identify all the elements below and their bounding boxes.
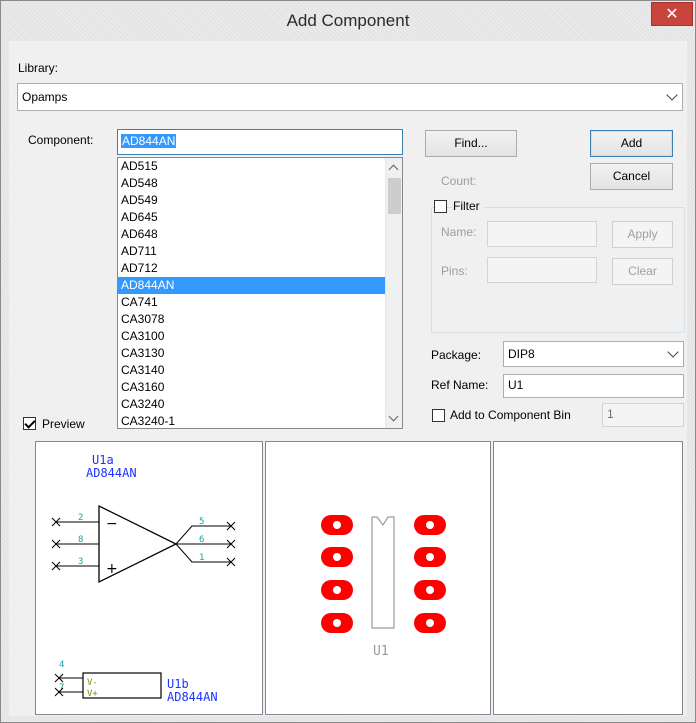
scroll-up-icon[interactable]: [388, 164, 399, 175]
component-list-item[interactable]: AD645: [118, 209, 386, 226]
add-component-dialog: Add Component ✕ Library: Opamps Componen…: [0, 0, 696, 723]
pad: [414, 515, 446, 535]
component-list-item[interactable]: AD549: [118, 192, 386, 209]
pin-number-8: 8: [78, 535, 83, 545]
pad: [414, 580, 446, 600]
pad-hole: [333, 553, 341, 561]
filter-pins-label: Pins:: [441, 264, 468, 278]
add-to-bin-checkbox[interactable]: [432, 409, 445, 422]
component-list-item[interactable]: AD548: [118, 175, 386, 192]
footprint-drawing: U1: [321, 515, 446, 659]
filter-pins-input: [487, 257, 597, 283]
scroll-down-icon[interactable]: [388, 411, 399, 422]
component-list-item[interactable]: AD515: [118, 158, 386, 175]
component-list-item[interactable]: AD711: [118, 243, 386, 260]
clear-button: Clear: [612, 258, 673, 285]
chevron-down-icon[interactable]: [666, 89, 678, 101]
filter-name-input: [487, 221, 597, 247]
filter-checkbox[interactable]: [434, 200, 447, 213]
pad-hole: [426, 586, 434, 594]
component-list-item[interactable]: CA3160: [118, 379, 386, 396]
pads: [321, 515, 446, 633]
ref-name-input[interactable]: U1: [503, 374, 684, 398]
ref-name-label: Ref Name:: [431, 378, 489, 392]
component-label: Component:: [28, 133, 94, 147]
bin-count-value: 1: [607, 407, 614, 421]
add-button[interactable]: Add: [590, 130, 673, 157]
vpos-text: V+: [87, 689, 98, 699]
close-button[interactable]: ✕: [651, 2, 693, 26]
pad-hole: [333, 619, 341, 627]
component-list-item[interactable]: AD712: [118, 260, 386, 277]
pin-number-1: 1: [199, 553, 204, 563]
pad-hole: [426, 521, 434, 529]
schematic-preview-panel: U1a AD844AN − + 2 8 3 5 6 1 4 7 V- V+ U1…: [35, 441, 263, 715]
part-b-ref-text: U1b: [167, 677, 189, 691]
chevron-down-icon[interactable]: [667, 346, 679, 358]
dialog-title: Add Component: [286, 11, 410, 30]
pin-number-4: 4: [59, 660, 64, 670]
dialog-body: Library: Opamps Component: AD844AN AD515…: [9, 41, 687, 716]
schematic-symbol: U1a AD844AN − + 2 8 3 5 6 1 4 7 V- V+ U1…: [51, 453, 236, 704]
preview-checkbox[interactable]: [23, 417, 36, 430]
chip-outline: [371, 516, 395, 629]
part-b-name-text: AD844AN: [167, 690, 218, 704]
filter-name-label: Name:: [441, 225, 477, 239]
add-to-bin-label: Add to Component Bin: [450, 408, 571, 422]
pin-numbers: 2 8 3 5 6 1 4 7: [59, 513, 204, 693]
pad: [321, 580, 353, 600]
cancel-button[interactable]: Cancel: [590, 163, 673, 190]
package-label: Package:: [431, 348, 482, 362]
package-select[interactable]: DIP8: [503, 341, 684, 367]
component-input[interactable]: AD844AN: [117, 129, 403, 155]
component-list-item[interactable]: CA741: [118, 294, 386, 311]
noninverting-input-sign: +: [106, 561, 118, 577]
pad-hole: [333, 586, 341, 594]
pad-hole: [333, 521, 341, 529]
component-input-value: AD844AN: [121, 134, 177, 148]
pad: [414, 613, 446, 633]
footprint-preview-panel: U1: [265, 441, 491, 715]
pad: [321, 515, 353, 535]
pin-number-6: 6: [199, 535, 204, 545]
package-value: DIP8: [508, 347, 535, 361]
pin-number-2: 2: [78, 513, 83, 523]
find-button[interactable]: Find...: [425, 130, 517, 157]
component-list-item[interactable]: CA3240: [118, 396, 386, 413]
component-list-item[interactable]: CA3140: [118, 362, 386, 379]
component-list[interactable]: AD515 AD548 AD549 AD645 AD648 AD711 AD712 AD844…: [117, 157, 403, 429]
component-list-item[interactable]: AD648: [118, 226, 386, 243]
library-select[interactable]: Opamps: [17, 83, 683, 111]
pad: [414, 547, 446, 567]
component-list-item[interactable]: CA3078: [118, 311, 386, 328]
vneg-text: V-: [87, 678, 98, 688]
ref-name-value: U1: [508, 378, 524, 392]
component-list-scrollbar[interactable]: [385, 158, 402, 428]
inverting-input-sign: −: [106, 516, 118, 532]
part-a-name-text: AD844AN: [86, 466, 137, 480]
title-bar: Add Component ✕: [1, 1, 695, 41]
count-label: Count:: [441, 174, 477, 188]
3d-preview-panel: [493, 441, 683, 715]
apply-button: Apply: [612, 221, 673, 248]
preview-label: Preview: [42, 417, 85, 431]
pad: [321, 613, 353, 633]
pad: [321, 547, 353, 567]
component-list-item[interactable]: CA3100: [118, 328, 386, 345]
component-list-item[interactable]: AD844AN: [118, 277, 386, 294]
library-label: Library:: [18, 61, 59, 75]
pad-hole: [426, 619, 434, 627]
footprint-ref-text: U1: [373, 644, 389, 659]
scroll-thumb[interactable]: [388, 178, 401, 214]
pin-number-3: 3: [78, 557, 83, 567]
component-list-item[interactable]: CA3130: [118, 345, 386, 362]
pin-number-5: 5: [199, 517, 204, 527]
pad-hole: [426, 553, 434, 561]
library-value: Opamps: [22, 90, 68, 104]
filter-label: Filter: [453, 199, 484, 213]
component-list-items: AD515 AD548 AD549 AD645 AD648 AD711 AD712 AD844…: [118, 158, 402, 428]
part-a-ref-text: U1a: [92, 453, 114, 467]
component-list-item[interactable]: CA3240-1: [118, 413, 386, 428]
bin-count-input: 1: [602, 403, 684, 427]
